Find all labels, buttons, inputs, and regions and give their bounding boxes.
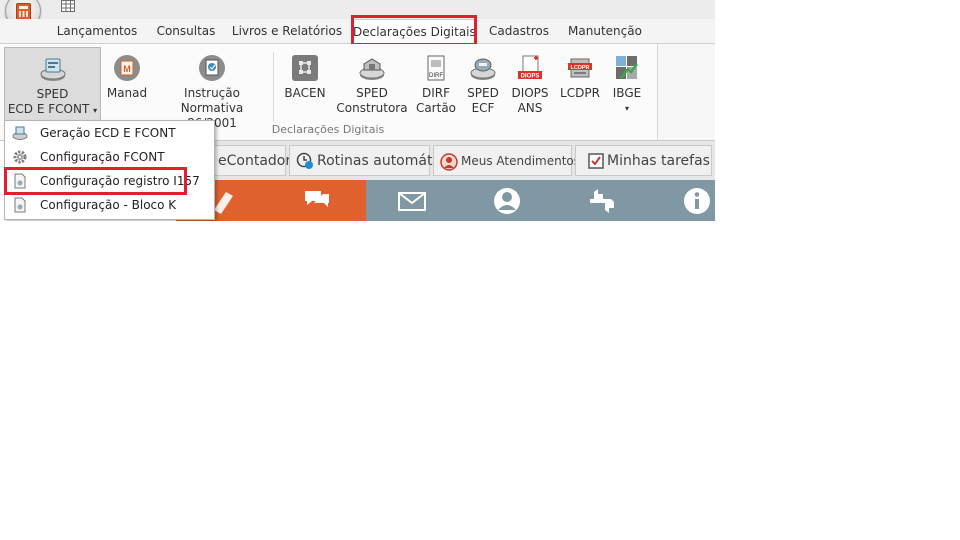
instrucao-disc-icon [199,55,225,81]
ibge-label: IBGE [612,86,642,100]
menu-item-registro-i157-label: Configuração registro I157 [40,174,200,188]
bacen-label: BACEN [284,86,326,100]
diops-icon-text: DIOPS [521,74,540,80]
menu-item-configuracao-fcont-label: Configuração FCONT [40,150,165,164]
gear-icon [13,150,27,164]
sped-ecf-line2: ECF [471,101,495,115]
secondary-tab-strip: eContador Rotinas automáticas Meus Atend… [176,141,715,180]
sped-ecd-line2-text: ECD E FCONT [7,102,90,116]
dirf-line1: DIRF [421,86,451,100]
user-icon[interactable] [492,186,522,216]
menu-item-geracao-label: Geração ECD E FCONT [40,126,176,140]
application-window: Lançamentos Consultas Livros e Relatório… [0,0,715,221]
automation-icon [296,152,313,169]
tab-minhas-tarefas-label: Minhas tarefas [607,153,710,169]
ibge-button[interactable]: IBGE ▾ [606,47,648,123]
diops-icon: DIOPS [518,55,542,80]
menu-item-bloco-k-label: Configuração - Bloco K [40,198,177,212]
chat-icon[interactable] [302,186,332,216]
tab-rotinas-automaticas[interactable]: Rotinas automáticas [289,145,460,176]
tab-meus-atendimentos[interactable]: Meus Atendimentos [433,145,580,176]
bacen-button[interactable]: BACEN [281,47,329,123]
manad-icon: M [114,55,140,81]
instrucao-line1: Instrução [184,86,240,100]
document-icon [14,197,26,213]
diops-line2: ANS [517,101,543,115]
lcdpr-icon-text: LCDPR [571,65,590,71]
bacen-icon [292,55,318,81]
sped-ecd-line1: SPED [36,87,69,101]
menu-item-configuracao-bloco-k[interactable]: Configuração - Bloco K [6,193,213,217]
tab-lancamentos[interactable]: Lançamentos [48,19,146,43]
sped-construtora-line1: SPED [356,86,388,100]
ribbon-tabs: Lançamentos Consultas Livros e Relatório… [0,19,715,45]
sped-ecf-button[interactable]: SPED ECF [462,47,504,123]
ibge-dropdown-arrow-icon: ▾ [624,104,629,113]
ribbon-separator [273,52,274,122]
thumbs-up-down-icon[interactable] [587,186,617,216]
tab-declaracoes-digitais[interactable]: Declarações Digitais [352,19,476,45]
document-icon [14,173,26,189]
lcdpr-label: LCDPR [560,86,600,100]
tab-consultas[interactable]: Consultas [148,19,224,43]
diops-ans-button[interactable]: DIOPS DIOPS ANS [508,47,552,123]
sped-disc-icon [12,126,28,140]
sped-ecd-fcont-button[interactable]: SPED ECD E FCONT ▾ [4,47,101,123]
lcdpr-icon: LCDPR [568,58,592,78]
sped-construtora-button[interactable]: SPED Construtora [336,47,408,123]
instrucao-normativa-button[interactable]: Instrução Normativa 86/2001 [158,47,266,130]
dirf-cartao-button[interactable]: DIRF DIRF Cartão [414,47,458,123]
tab-econtador-label: eContador [218,153,292,169]
sped-construtora-icon [359,58,385,80]
title-bar [0,0,715,29]
diops-line1: DIOPS [511,86,549,100]
lcdpr-button[interactable]: LCDPR LCDPR [557,47,603,123]
ibge-icon [616,56,638,79]
menu-item-configuracao-registro-i157[interactable]: Configuração registro I157 [6,169,213,193]
tab-meus-atendimentos-label: Meus Atendimentos [461,154,581,168]
manad-button[interactable]: M Manad [104,47,150,123]
tab-manutencao[interactable]: Manutenção [560,19,650,43]
tab-cadastros[interactable]: Cadastros [480,19,558,43]
sped-construtora-line2: Construtora [336,101,408,115]
sped-ecf-icon [470,58,496,80]
checkbox-icon [588,153,604,169]
menu-item-configuracao-fcont[interactable]: Configuração FCONT [6,145,213,169]
info-icon[interactable] [682,186,712,216]
sped-dropdown-menu: Geração ECD E FCONT Configuração FCONT C… [4,120,215,220]
support-agent-icon [440,152,458,171]
table-grid-icon[interactable] [61,0,75,12]
manad-label: Manad [106,86,148,100]
tab-minhas-tarefas[interactable]: Minhas tarefas [575,145,712,176]
dirf-icon-text: DIRF [429,73,443,79]
sped-ecf-line1: SPED [467,86,499,100]
sped-ecd-line2: ECD E FCONT ▾ [5,102,100,118]
tab-livros-relatorios[interactable]: Livros e Relatórios [228,19,346,43]
dirf-line2: Cartão [415,101,457,115]
manad-icon-text: M [123,64,131,74]
sped-disc-icon [40,58,65,81]
calculator-icon [16,3,31,20]
action-icon-bar [176,180,715,221]
dropdown-arrow-icon: ▾ [93,106,98,115]
menu-item-geracao-ecd-fcont[interactable]: Geração ECD E FCONT [6,121,213,145]
mail-icon[interactable] [397,186,427,216]
dirf-card-icon: DIRF [427,55,445,81]
ribbon-group-label: Declarações Digitais [271,123,385,136]
